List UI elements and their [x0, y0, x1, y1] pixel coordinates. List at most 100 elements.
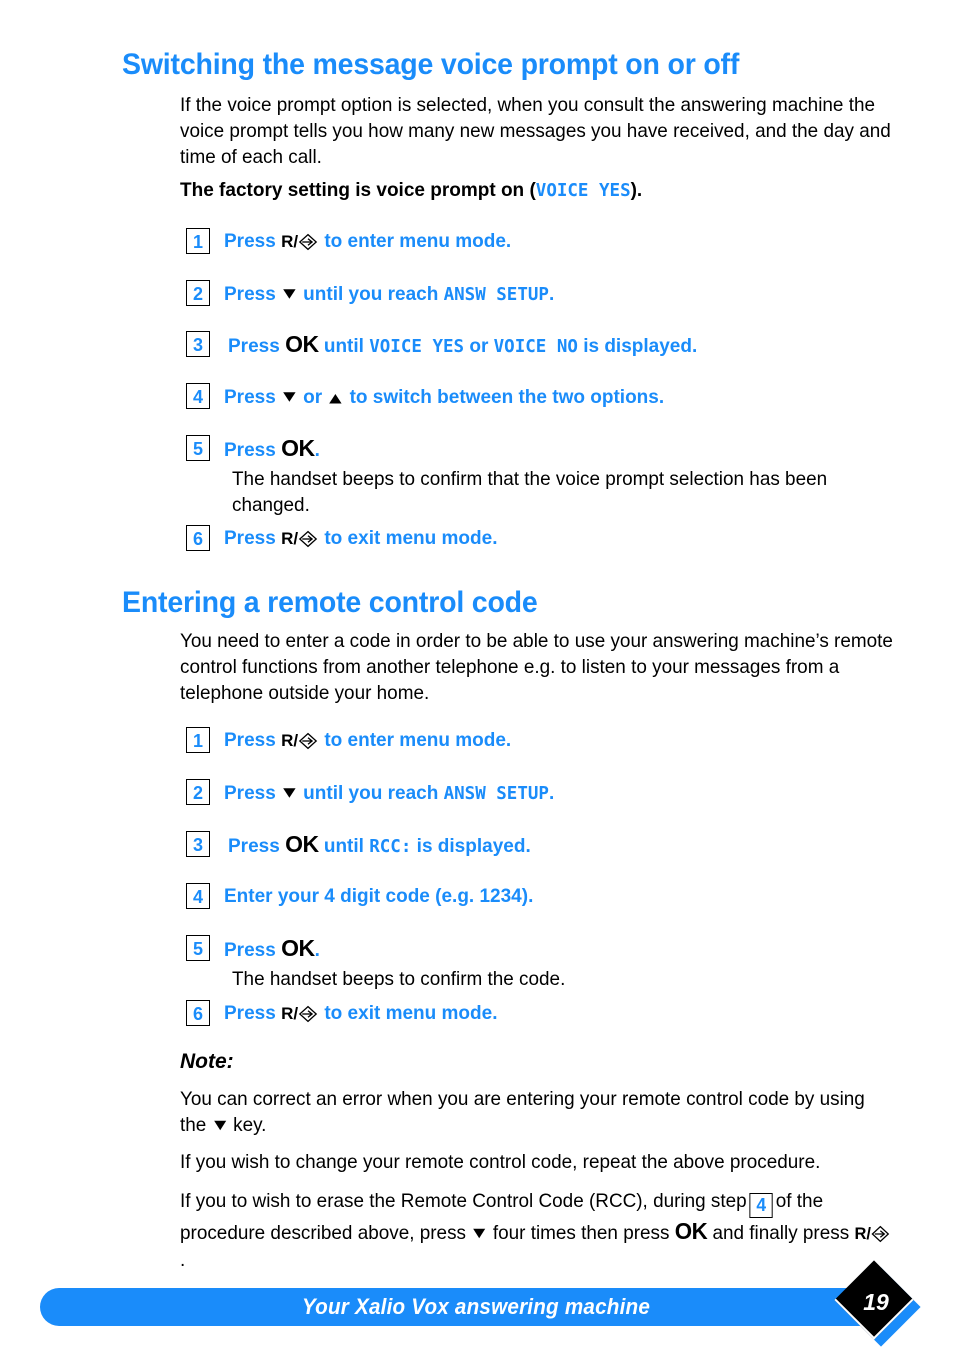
step-tail: to enter menu mode. [324, 231, 512, 252]
step-mid: until you reach [303, 783, 439, 804]
lcd-code-text: ANSW SETUP [443, 784, 549, 804]
step-number-box: 4 [186, 383, 210, 409]
step-number-box: 2 [186, 280, 210, 306]
r-key-label: R/ [854, 1224, 871, 1243]
factory-setting-value: VOICE YES [535, 181, 631, 201]
step-mid: until you reach [303, 284, 439, 305]
triangle-down-icon: ▼ [469, 1223, 490, 1242]
step-tail: to switch between the two options. [349, 387, 665, 408]
step-instruction: Press OK until VOICE YES or VOICE NO is … [228, 331, 697, 361]
step-number-box: 5 [186, 435, 210, 461]
step-end: . [548, 284, 555, 305]
step-instruction: Press R/ to exit menu mode. [224, 1000, 497, 1027]
ok-key-label: OK [281, 435, 315, 461]
step-row: 6 Press R/ to exit menu mode. [186, 1000, 497, 1027]
note-paragraph-1: You can correct an error when you are en… [180, 1086, 894, 1138]
footer-title: Your Xalio Vox answering machine [301, 1294, 651, 1319]
note-paragraph-3-text-a: If you to wish to erase the Remote Contr… [180, 1190, 747, 1212]
footer-bar: Your Xalio Vox answering machine [40, 1288, 912, 1326]
lcd-code-text: RCC: [369, 837, 412, 857]
factory-setting-prefix: The factory setting is voice prompt on ( [180, 180, 536, 201]
r-diamond-icon [298, 233, 318, 251]
triangle-down-icon: ▼ [278, 783, 300, 802]
step-tail: is displayed. [583, 336, 698, 357]
step-instruction: Press R/ to enter menu mode. [224, 228, 511, 255]
step-row: 4 Enter your 4 digit code (e.g. 1234). [186, 883, 533, 910]
step-row: 1 Press R/ to enter menu mode. [186, 727, 511, 754]
step-instruction: Press ▼ until you reach ANSW SETUP. [224, 280, 554, 309]
ok-key-label: OK [285, 331, 319, 357]
step-until: until [323, 336, 364, 357]
note-paragraph-1-text-a: You can correct an error when you are en… [180, 1088, 865, 1136]
step-row: 5 Press OK. [186, 935, 320, 964]
step-sub-note: The handset beeps to confirm the code. [232, 968, 566, 990]
step-instruction: Press OK. [224, 435, 320, 464]
step-row: 1 Press R/ to enter menu mode. [186, 228, 511, 255]
step-end: . [314, 940, 320, 961]
step-end: . [314, 440, 320, 461]
step-row: 3 Press OK until RCC: is displayed. [186, 831, 531, 861]
step-verb: Press [228, 336, 280, 357]
step-number-box: 4 [186, 883, 210, 909]
step-verb: Press [224, 1003, 276, 1024]
factory-setting-suffix: ). [630, 180, 643, 201]
step-verb: Press [224, 730, 276, 751]
section-1-intro-paragraph: If the voice prompt option is selected, … [180, 94, 891, 168]
step-tail: to enter menu mode. [324, 730, 512, 751]
ok-key-label: OK [281, 935, 315, 961]
step-row: 2 Press ▼ until you reach ANSW SETUP. [186, 779, 554, 808]
step-row: 6 Press R/ to exit menu mode. [186, 525, 497, 552]
step-tail: is displayed. [416, 836, 531, 857]
step-instruction: Press R/ to enter menu mode. [224, 727, 511, 754]
triangle-up-icon: ▲ [325, 389, 347, 408]
step-verb: Press [224, 528, 276, 549]
step-verb: Press [224, 284, 276, 305]
step-number-box: 5 [186, 935, 210, 961]
r-key-label: R/ [281, 731, 299, 750]
step-verb: Press [224, 940, 276, 961]
step-instruction: Press R/ to exit menu mode. [224, 525, 497, 552]
note-paragraph-1-text-b: key. [233, 1114, 267, 1136]
manual-page: Switching the message voice prompt on or… [0, 0, 954, 1352]
step-or: or [469, 336, 489, 357]
note-paragraph-3-text-c: four times then press [492, 1222, 670, 1244]
step-instruction: Enter your 4 digit code (e.g. 1234). [224, 886, 534, 907]
note-paragraph-2: If you wish to change your remote contro… [180, 1151, 821, 1173]
step-instruction: Press OK. [224, 935, 320, 964]
triangle-down-icon: ▼ [209, 1115, 230, 1134]
section-heading-voice-prompt: Switching the message voice prompt on or… [122, 48, 740, 81]
step-tail: to exit menu mode. [324, 528, 498, 549]
step-number-box: 1 [186, 727, 210, 753]
step-number-box: 1 [186, 228, 210, 254]
step-or: or [303, 387, 323, 408]
r-diamond-icon [298, 530, 318, 548]
step-until: until [323, 836, 364, 857]
note-paragraph-3-text-e: . [180, 1249, 186, 1271]
note-paragraph-3: If you to wish to erase the Remote Contr… [180, 1188, 894, 1273]
page-number-badge: 19 [834, 1260, 928, 1354]
step-row: 4 Press ▼ or ▲ to switch between the two… [186, 383, 664, 412]
step-verb: Press [224, 387, 276, 408]
page-number: 19 [863, 1289, 889, 1315]
note-title: Note: [180, 1050, 234, 1073]
step-verb: Press [228, 836, 280, 857]
factory-setting-line: The factory setting is voice prompt on (… [180, 180, 642, 202]
step-instruction: Press ▼ until you reach ANSW SETUP. [224, 779, 554, 808]
step-number-box: 6 [186, 525, 210, 551]
triangle-down-icon: ▼ [278, 387, 300, 406]
triangle-down-icon: ▼ [278, 284, 300, 303]
ok-key-label: OK [285, 831, 319, 857]
lcd-code-text: VOICE YES [369, 337, 465, 357]
lcd-code-text: ANSW SETUP [443, 285, 549, 305]
step-instruction: Press OK until RCC: is displayed. [228, 831, 531, 861]
r-diamond-icon [298, 1005, 318, 1023]
step-instruction: Press ▼ or ▲ to switch between the two o… [224, 383, 664, 412]
step-row: 5 Press OK. [186, 435, 320, 464]
inline-step-number-box: 4 [749, 1193, 773, 1218]
note-paragraph-3-text-d: and finally press [712, 1222, 850, 1244]
step-verb: Press [224, 783, 276, 804]
step-end: . [548, 783, 555, 804]
ok-key-label: OK [674, 1218, 708, 1244]
step-verb: Press [224, 231, 276, 252]
step-sub-note: The handset beeps to confirm that the vo… [232, 468, 828, 516]
